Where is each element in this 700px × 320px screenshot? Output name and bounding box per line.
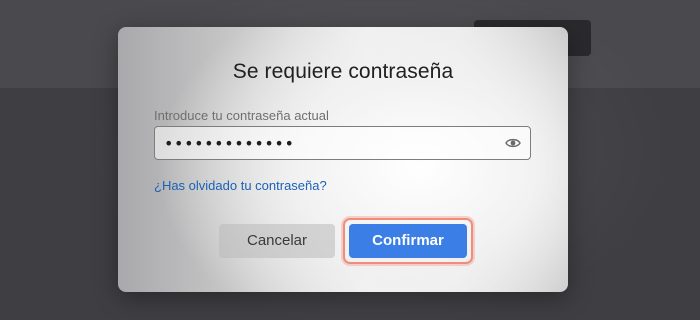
cancel-button[interactable]: Cancelar xyxy=(219,224,335,258)
password-field-label: Introduce tu contraseña actual xyxy=(154,108,329,123)
password-dialog: Se requiere contraseña Introduce tu cont… xyxy=(118,27,568,292)
confirm-button[interactable]: Confirmar xyxy=(349,224,467,258)
eye-icon[interactable] xyxy=(505,136,521,150)
forgot-password-link[interactable]: ¿Has olvidado tu contraseña? xyxy=(154,178,327,193)
dialog-title: Se requiere contraseña xyxy=(232,60,454,83)
password-value: ••••••••••••• xyxy=(164,134,295,153)
password-input[interactable]: ••••••••••••• xyxy=(154,126,531,160)
